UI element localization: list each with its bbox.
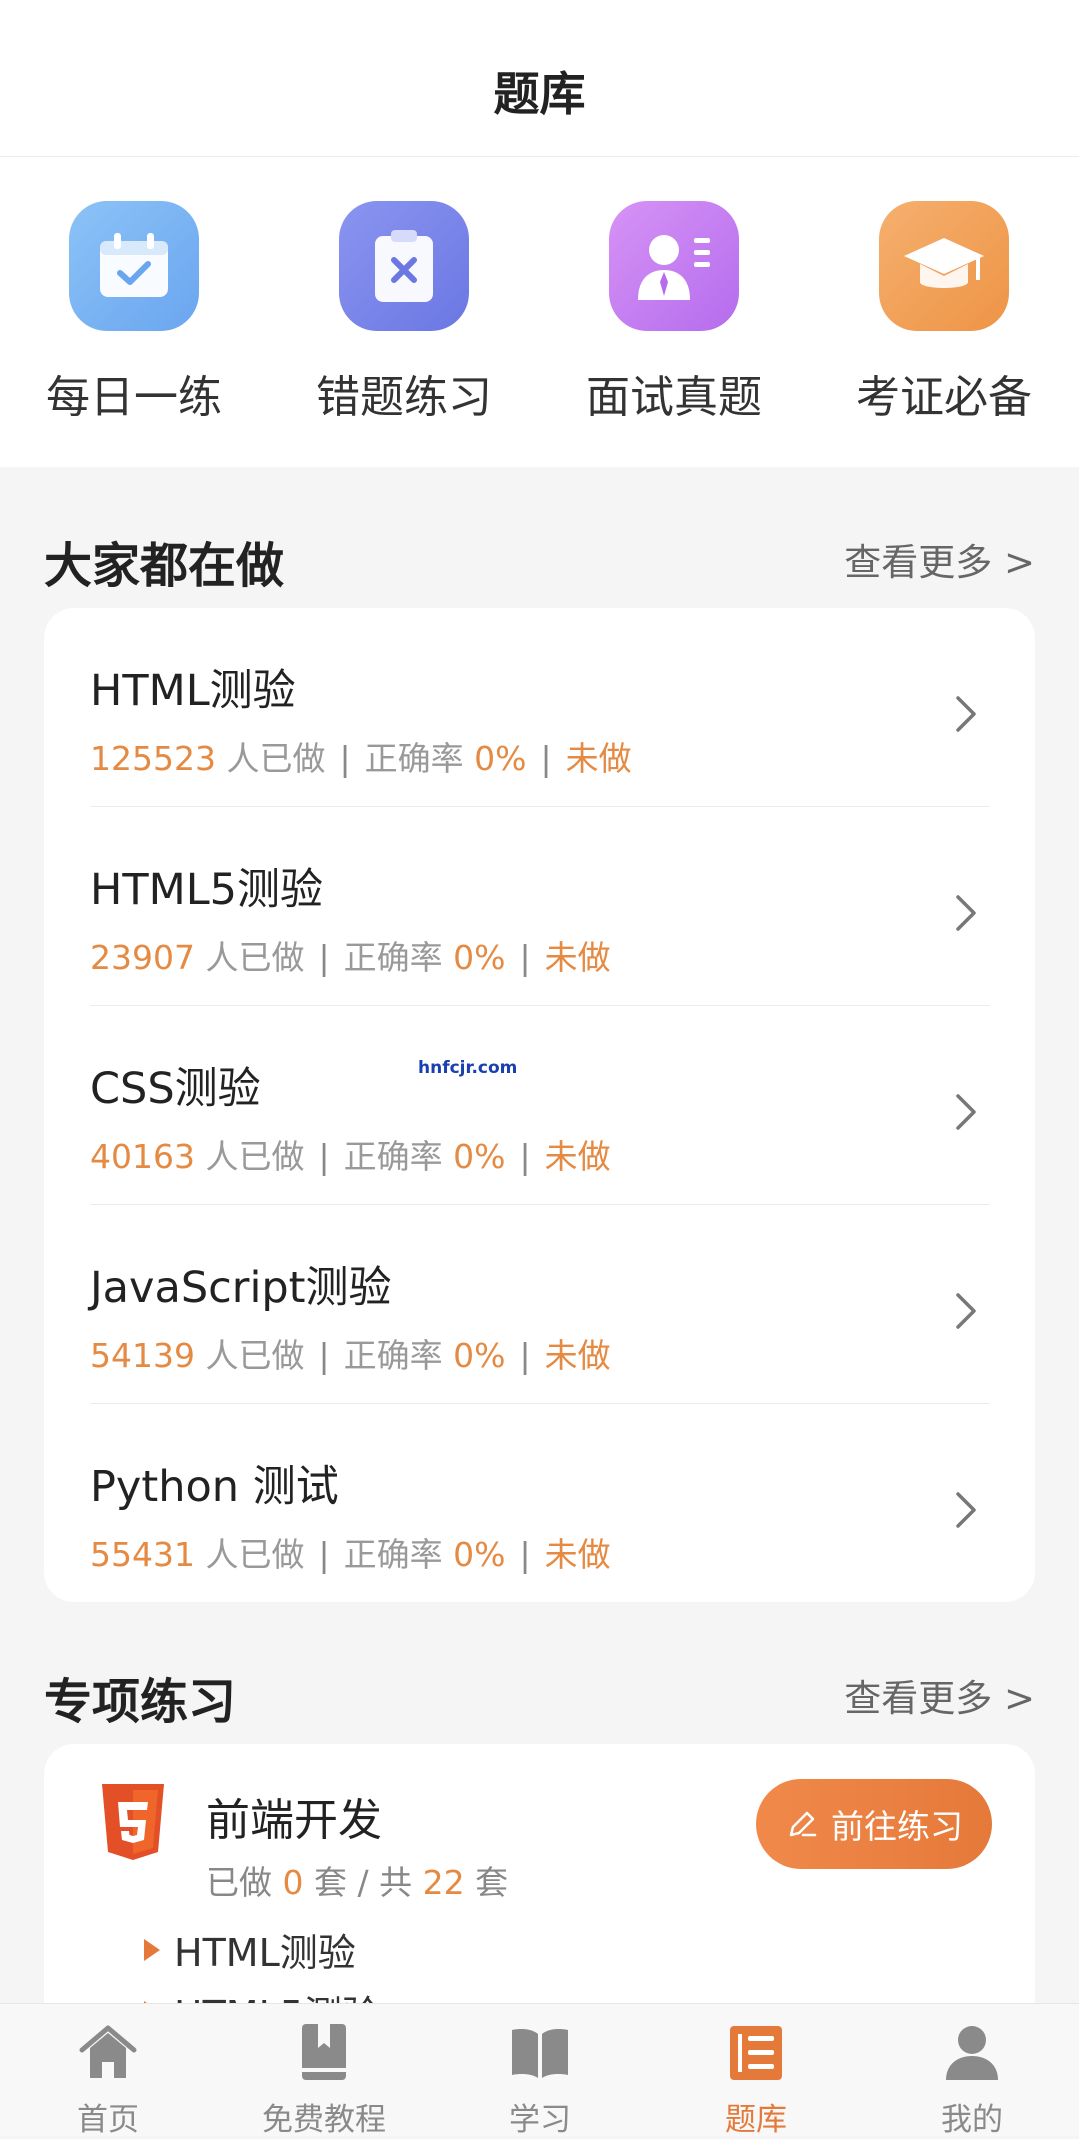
- graduation-cap-icon: [879, 201, 1009, 331]
- bottom-nav: 首页 免费教程 学习 题库 我的: [0, 2003, 1079, 2139]
- quiz-name: HTML5测验: [90, 865, 324, 915]
- progress-done: 0: [282, 1863, 304, 1902]
- quiz-rate: 0%: [474, 739, 527, 778]
- progress-suffix: 套: [475, 1863, 509, 1902]
- quiz-name: Python 测试: [90, 1462, 339, 1512]
- quiz-stats: 40163 人已做 | 正确率 0% | 未做: [90, 1137, 611, 1176]
- special-section-title: 专项练习: [44, 1674, 237, 1730]
- quick-actions: 每日一练 错题练习 面试真题 考证必备: [0, 157, 1079, 467]
- page-title: 题库: [493, 67, 586, 121]
- nav-label: 题库: [725, 2102, 787, 2138]
- nav-item-free-tutorials[interactable]: 免费教程: [224, 2020, 424, 2139]
- html5-logo-icon: [102, 1784, 164, 1860]
- go-practice-label: 前往练习: [831, 1807, 963, 1846]
- user-icon: [946, 2026, 998, 2080]
- topic-label: HTML测验: [174, 1931, 356, 1975]
- quiz-status: 未做: [544, 1535, 611, 1574]
- home-icon: [79, 2025, 137, 2078]
- clipboard-x-icon: [339, 201, 469, 331]
- chevron-right-icon: [956, 1492, 976, 1528]
- quiz-status: 未做: [544, 1137, 611, 1176]
- quick-action-label: 错题练习: [316, 372, 492, 423]
- triangle-bullet-icon: [144, 1938, 160, 1961]
- quiz-row-javascript[interactable]: JavaScript测验 54139 人已做 | 正确率 0% | 未做: [90, 1205, 990, 1404]
- quiz-stats: 55431 人已做 | 正确率 0% | 未做: [90, 1535, 611, 1574]
- quiz-rate-label: 正确率: [343, 1137, 443, 1176]
- chevron-right-icon: [956, 696, 976, 732]
- chevron-right-icon: [956, 1094, 976, 1130]
- quiz-done-suffix: 人已做: [205, 1336, 305, 1375]
- quiz-done-suffix: 人已做: [226, 739, 326, 778]
- chevron-right-icon: [956, 1293, 976, 1329]
- quick-action-label: 每日一练: [46, 372, 222, 423]
- quick-action-certification[interactable]: 考证必备: [824, 201, 1064, 425]
- quiz-name: CSS测验: [90, 1064, 261, 1114]
- go-practice-button[interactable]: 前往练习: [756, 1779, 992, 1869]
- top-header: 题库: [0, 0, 1079, 157]
- quiz-name: HTML测验: [90, 666, 296, 716]
- topic-item[interactable]: HTML测验: [144, 1922, 356, 1977]
- quick-action-daily-practice[interactable]: 每日一练: [14, 201, 254, 425]
- watermark-text: hnfcjr.com: [418, 1058, 518, 1078]
- quiz-rate: 0%: [453, 1137, 506, 1176]
- nav-label: 首页: [77, 2102, 139, 2138]
- quick-action-label: 考证必备: [856, 372, 1032, 423]
- quiz-done-count: 54139: [90, 1336, 195, 1375]
- nav-item-question-bank[interactable]: 题库: [656, 2020, 856, 2139]
- popular-quiz-card: HTML测验 125523 人已做 | 正确率 0% | 未做 HTML5测验 2390…: [44, 608, 1035, 1602]
- quiz-rate: 0%: [453, 938, 506, 977]
- quiz-status: 未做: [544, 1336, 611, 1375]
- quiz-row-html[interactable]: HTML测验 125523 人已做 | 正确率 0% | 未做: [90, 608, 990, 807]
- quiz-status: 未做: [544, 938, 611, 977]
- special-card-title: 前端开发: [206, 1795, 382, 1846]
- quiz-rate-label: 正确率: [343, 938, 443, 977]
- progress-total: 22: [422, 1863, 465, 1902]
- quiz-row-css[interactable]: CSS测验 40163 人已做 | 正确率 0% | 未做: [90, 1006, 990, 1205]
- quiz-done-count: 125523: [90, 739, 216, 778]
- popular-section-title: 大家都在做: [44, 538, 285, 594]
- chevron-right-icon: [956, 895, 976, 931]
- nav-label: 我的: [941, 2102, 1003, 2138]
- quiz-stats: 125523 人已做 | 正确率 0% | 未做: [90, 739, 632, 778]
- quiz-row-python[interactable]: Python 测试 55431 人已做 | 正确率 0% | 未做: [90, 1404, 990, 1603]
- bookmark-book-icon: [302, 2024, 346, 2080]
- quiz-done-suffix: 人已做: [205, 1137, 305, 1176]
- question-bank-icon: [730, 2026, 782, 2080]
- nav-label: 免费教程: [262, 2102, 386, 2138]
- quiz-rate-label: 正确率: [364, 739, 464, 778]
- quiz-name: JavaScript测验: [90, 1263, 392, 1313]
- quick-action-label: 面试真题: [586, 372, 762, 423]
- quiz-stats: 54139 人已做 | 正确率 0% | 未做: [90, 1336, 611, 1375]
- progress-mid: 套 / 共: [314, 1863, 413, 1902]
- quick-action-interview[interactable]: 面试真题: [554, 201, 794, 425]
- pencil-icon: [789, 1811, 817, 1837]
- nav-label: 学习: [509, 2102, 571, 2138]
- progress-prefix: 已做: [206, 1863, 272, 1902]
- special-card-progress: 已做 0 套 / 共 22 套: [206, 1856, 508, 1904]
- nav-item-home[interactable]: 首页: [8, 2020, 208, 2139]
- quiz-done-suffix: 人已做: [205, 938, 305, 977]
- popular-more-link[interactable]: 查看更多 >: [844, 532, 1035, 586]
- quiz-done-suffix: 人已做: [205, 1535, 305, 1574]
- quiz-done-count: 55431: [90, 1535, 195, 1574]
- nav-item-mine[interactable]: 我的: [872, 2020, 1072, 2139]
- special-more-link[interactable]: 查看更多 >: [844, 1668, 1035, 1722]
- quiz-rate: 0%: [453, 1535, 506, 1574]
- quiz-row-html5[interactable]: HTML5测验 23907 人已做 | 正确率 0% | 未做: [90, 807, 990, 1006]
- interviewer-icon: [609, 201, 739, 331]
- quiz-done-count: 23907: [90, 938, 195, 977]
- quiz-stats: 23907 人已做 | 正确率 0% | 未做: [90, 938, 611, 977]
- quiz-rate-label: 正确率: [343, 1336, 443, 1375]
- quiz-rate: 0%: [453, 1336, 506, 1375]
- open-book-icon: [512, 2029, 568, 2078]
- quiz-done-count: 40163: [90, 1137, 195, 1176]
- nav-item-study[interactable]: 学习: [440, 2020, 640, 2139]
- special-practice-card: 前端开发 已做 0 套 / 共 22 套 前往练习 HTML测验 HTML5测验: [44, 1744, 1035, 2044]
- quiz-rate-label: 正确率: [343, 1535, 443, 1574]
- calendar-check-icon: [69, 201, 199, 331]
- quick-action-wrong-questions[interactable]: 错题练习: [284, 201, 524, 425]
- quiz-status: 未做: [565, 739, 632, 778]
